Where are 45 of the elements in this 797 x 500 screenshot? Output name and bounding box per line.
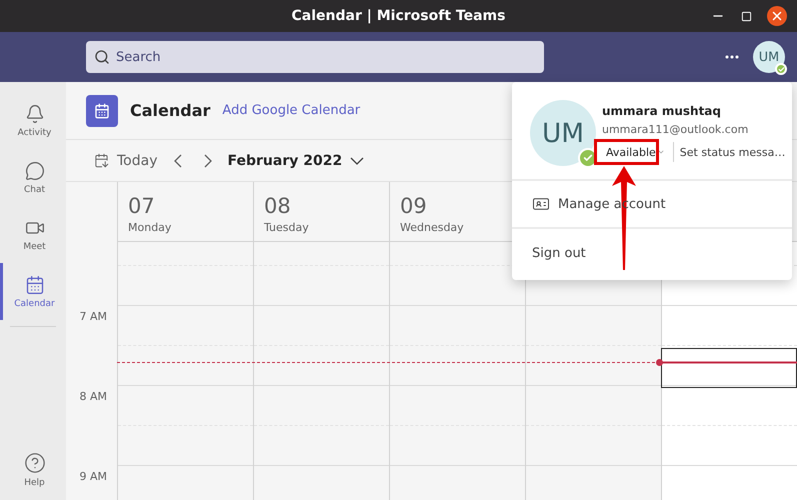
status-dropdown[interactable]: Available	[602, 142, 674, 162]
weekday-label: Wednesday	[400, 221, 465, 234]
status-message-button[interactable]: Set status messa…	[680, 146, 786, 158]
time-label: 9 AM	[79, 470, 107, 485]
user-name: ummara mushtaq	[602, 104, 722, 118]
add-google-calendar-link[interactable]: Add Google Calendar	[222, 103, 360, 118]
help-icon	[24, 452, 46, 474]
rail-item[interactable]: Calendar	[0, 263, 66, 320]
weekday-label: Monday	[128, 221, 172, 234]
highlight-box	[594, 139, 659, 165]
rail-item[interactable]: Chat	[0, 149, 66, 206]
rail-item[interactable]: Meet	[0, 206, 66, 263]
calendar-app-icon	[86, 94, 118, 126]
calendar-icon	[94, 153, 109, 168]
help-button[interactable]: Help	[0, 441, 66, 498]
rail-item[interactable]: Activity	[0, 92, 66, 149]
day-number: 07	[128, 194, 156, 218]
day-number: 09	[400, 194, 428, 218]
ellipsis-icon	[725, 55, 739, 59]
chat-icon	[24, 160, 44, 180]
close-button[interactable]	[767, 6, 787, 26]
profile-avatar: UM	[530, 100, 596, 166]
window-title: Calendar | Microsoft Teams	[292, 8, 506, 24]
page-title: Calendar	[130, 101, 210, 120]
user-email: ummara111@outlook.com	[602, 123, 750, 136]
profile-avatar[interactable]: UM	[753, 41, 785, 73]
search-icon	[94, 49, 110, 65]
month-picker[interactable]: February 2022	[228, 152, 364, 168]
bell-icon	[24, 104, 44, 124]
menu-item[interactable]: Sign out	[512, 229, 792, 277]
chevron-down-icon	[656, 148, 665, 156]
calendar-icon	[24, 274, 44, 294]
chevron-down-icon	[350, 156, 364, 164]
maximize-button[interactable]	[739, 9, 753, 23]
time-label: 8 AM	[79, 390, 107, 405]
day-number: 08	[264, 194, 292, 218]
maximize-icon	[740, 10, 752, 22]
close-icon	[770, 9, 784, 23]
today-button[interactable]: Today	[94, 152, 158, 168]
more-options-button[interactable]	[725, 55, 739, 59]
chevron-right-icon	[204, 154, 212, 168]
chevron-left-icon	[174, 154, 182, 168]
time-label: 7 AM	[79, 310, 107, 325]
weekday-label: Tuesday	[264, 221, 310, 234]
search-field[interactable]: Search	[86, 41, 544, 73]
